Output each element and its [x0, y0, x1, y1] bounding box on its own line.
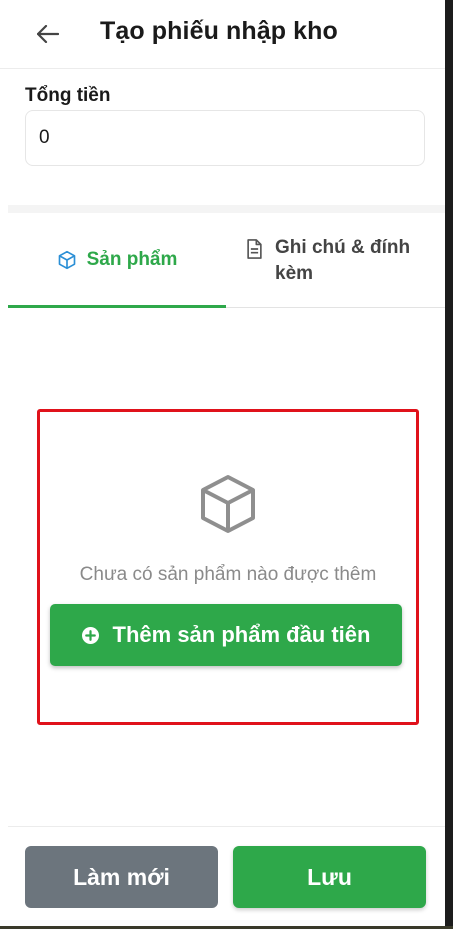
footer-divider: [8, 826, 445, 827]
tab-notes-attachments[interactable]: Ghi chú & đính kèm: [246, 213, 441, 307]
add-first-product-label: Thêm sản phẩm đầu tiên: [112, 622, 371, 647]
tab-products-label: Sản phẩm: [86, 249, 178, 270]
empty-products-state: Chưa có sản phẩm nào được thêm Thêm sản …: [37, 409, 419, 725]
screen-edge: [445, 0, 453, 929]
section-divider: [8, 205, 445, 213]
reset-button[interactable]: Làm mới: [25, 846, 218, 908]
app-header: Tạo phiếu nhập kho: [0, 0, 445, 69]
reset-button-label: Làm mới: [73, 863, 170, 890]
document-icon: [246, 239, 263, 259]
cube-outline-icon: [201, 475, 255, 533]
add-first-product-button[interactable]: Thêm sản phẩm đầu tiên: [50, 604, 402, 666]
page: Tạo phiếu nhập kho Tổng tiền Sản phẩm Gh…: [0, 0, 445, 929]
save-button-label: Lưu: [307, 863, 352, 890]
page-title: Tạo phiếu nhập kho: [100, 17, 338, 45]
save-button[interactable]: Lưu: [233, 846, 426, 908]
total-input[interactable]: [25, 110, 425, 166]
empty-message: Chưa có sản phẩm nào được thêm: [79, 564, 377, 585]
arrow-left-icon: [37, 25, 59, 43]
plus-circle-icon: [81, 626, 99, 644]
tab-notes-label: Ghi chú & đính kèm: [275, 237, 411, 284]
back-button[interactable]: [30, 16, 66, 52]
cube-icon: [57, 250, 77, 270]
tab-bar: Sản phẩm Ghi chú & đính kèm: [8, 213, 445, 308]
tab-products[interactable]: Sản phẩm: [8, 213, 226, 308]
active-tab-indicator: [8, 305, 226, 308]
total-label: Tổng tiền: [25, 85, 111, 106]
